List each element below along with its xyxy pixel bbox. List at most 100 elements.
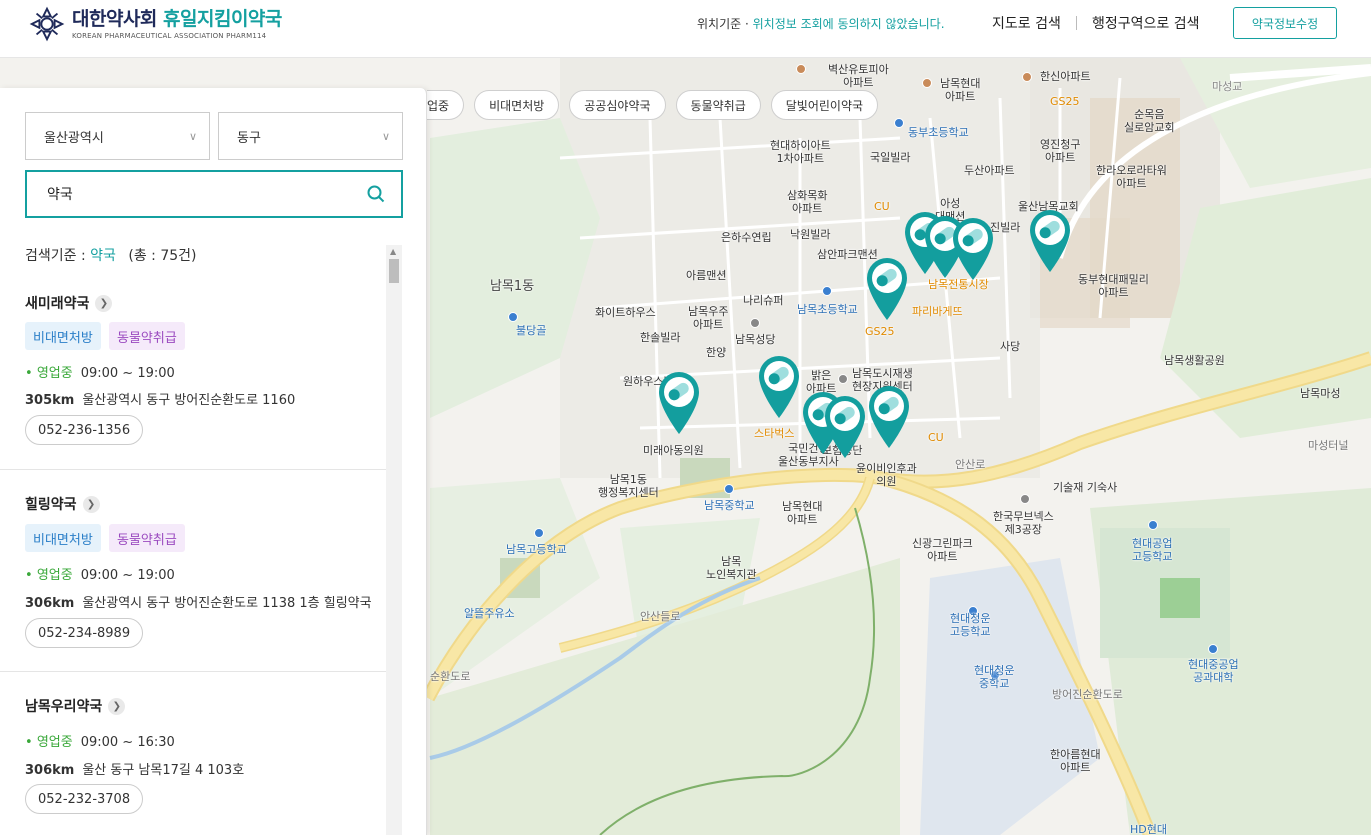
list-scrollbar[interactable]: ▲ [386,245,402,835]
business-status: • 영업중 09:00 ~ 16:30 [25,735,175,750]
business-status: • 영업중 09:00 ~ 19:00 [25,568,175,583]
location-notice: 위치기준 · 위치정보 조회에 동의하지 않았습니다. [697,15,945,32]
pharmacy-name[interactable]: 새미래약국 ❯ [25,293,113,313]
location-consent-link[interactable]: 위치정보 조회에 동의하지 않았습니다. [753,17,945,31]
map-label: CU [928,431,944,444]
map-label: 한솔빌라 [640,331,681,344]
chevron-right-icon: ❯ [108,697,126,715]
map-label: 순목음 실로암교회 [1124,108,1175,134]
search-side-panel: 울산광역시 ∨ 동구 ∨ 약국 검색기준 : 약국 (총 : 75건) 새미래약… [0,88,427,835]
map-label: 화이트하우스 [595,306,656,319]
search-icon[interactable] [367,185,385,203]
criteria-count: (총 : 75건) [128,248,197,264]
nav-map-search[interactable]: 지도로 검색 [992,13,1061,33]
address-text: 울산광역시 동구 방어진순환도로 1160 [82,393,296,408]
map-label: 국일빌라 [870,151,911,164]
poi-apartment-icon [1022,72,1032,82]
map-label: 낙원빌라 [790,228,831,241]
map-label: 현대하이아트 1차아파트 [770,139,831,165]
scrollbar-thumb[interactable] [389,259,399,283]
map-label: 삼화목화 아파트 [787,189,828,215]
map-label: 남목현대 아파트 [940,77,981,103]
tag-nonface-prescription: 비대면처방 [25,524,101,552]
site-logo[interactable]: 대한약사회 휴일지킴이약국 KOREAN PHARMACEUTICAL ASSO… [28,5,282,43]
pharmacy-pin-icon[interactable] [756,354,802,420]
city-select-value: 울산광역시 [44,130,104,146]
office-icon [838,374,848,384]
logo-subtitle: KOREAN PHARMACEUTICAL ASSOCIATION PHARM1… [72,32,267,40]
list-item[interactable]: 힐링약국 ❯ 비대면처방 동물약취급 • 영업중 09:00 ~ 19:00 30… [0,470,386,672]
district-select-value: 동구 [237,130,261,146]
map-label: GS25 [1050,95,1080,108]
office-icon [1020,494,1030,504]
pharmacy-pin-icon[interactable] [864,256,910,322]
poi-apartment-icon [796,64,806,74]
school-icon [822,286,832,296]
map-label: 한아름현대 아파트 [1050,748,1101,774]
pharmacy-pin-icon[interactable] [656,370,702,436]
pharmacy-name[interactable]: 힐링약국 ❯ [25,494,100,514]
business-status: • 영업중 09:00 ~ 19:00 [25,366,175,381]
nav-region-search[interactable]: 행정구역으로 검색 [1092,13,1200,33]
address-text: 울산광역시 동구 방어진순환도로 1138 1층 힐링약국 [82,596,372,611]
map-label: 안산로 [955,458,986,471]
criteria-label: 검색기준 : [25,248,91,264]
district-select[interactable]: 동구 ∨ [218,112,403,160]
phone-button[interactable]: 052-232-3708 [25,784,144,814]
search-criteria: 검색기준 : 약국 (총 : 75건) [25,245,196,265]
pharmacy-pin-icon[interactable] [1027,208,1073,274]
search-input[interactable]: 약국 [25,170,403,218]
phone-button[interactable]: 052-234-8989 [25,618,144,648]
school-icon [724,484,734,494]
map-label: 한국무브넥스 제3공장 [993,510,1054,536]
map-label: 은하수연립 [721,231,772,244]
map-label: 남목생활공원 [1164,354,1225,367]
tag-animal-medicine: 동물약취급 [109,322,185,350]
map-label: 현대청운 고등학교 [950,612,991,638]
pharmacy-pin-icon[interactable] [866,384,912,450]
business-hours: 09:00 ~ 19:00 [80,366,175,381]
school-icon [1148,520,1158,530]
map-label: 파리바게뜨 [912,305,963,318]
chevron-right-icon: ❯ [95,294,113,312]
pharmacy-name-text: 힐링약국 [25,497,77,513]
map-label: 알뜰주유소 [464,607,515,620]
map-label: 남목1동 [490,279,535,294]
business-hours: 09:00 ~ 16:30 [80,735,175,750]
filter-chip[interactable]: 업중 [427,90,465,120]
status-open: 영업중 [36,735,73,750]
filter-chip[interactable]: 비대면처방 [474,90,560,120]
logo-title-service: 휴일지킴이약국 [163,8,282,30]
pharmacy-pin-icon[interactable] [822,394,868,460]
pharmacy-address: 306km 울산광역시 동구 방어진순환도로 1138 1층 힐링약국 [25,592,372,611]
school-icon [534,528,544,538]
pharmacy-name[interactable]: 남목우리약국 ❯ [25,696,126,716]
poi-apartment-icon [922,78,932,88]
distance: 306km [25,596,75,611]
search-input-value: 약국 [47,187,73,203]
pharmacy-pin-icon[interactable] [950,216,996,282]
list-item[interactable]: 새미래약국 ❯ 비대면처방 동물약취급 • 영업중 09:00 ~ 19:00 3… [0,278,386,470]
chevron-right-icon: ❯ [82,495,100,513]
list-item[interactable]: 남목우리약국 ❯ • 영업중 09:00 ~ 16:30 306km 울산 동구 남… [0,672,386,835]
map-label: 한신아파트 [1040,70,1091,83]
nav-divider [1076,16,1077,30]
filter-chip[interactable]: 공공심야약국 [569,90,666,120]
edit-pharmacy-info-button[interactable]: 약국정보수정 [1233,7,1337,39]
pharmacy-address: 305km 울산광역시 동구 방어진순환도로 1160 [25,389,295,408]
map-label: 현대청운 중학교 [974,664,1015,690]
pharmacy-list: 새미래약국 ❯ 비대면처방 동물약취급 • 영업중 09:00 ~ 19:00 3… [0,278,386,835]
map-label: 기술재 기숙사 [1053,481,1118,494]
phone-button[interactable]: 052-236-1356 [25,415,144,445]
logo-emblem-icon [29,6,65,42]
park-icon [508,312,518,322]
map-label: 남목현대 아파트 [782,500,823,526]
filter-chip[interactable]: 동물약취급 [675,90,761,120]
map-label: 미래아동의원 [643,444,704,457]
city-select[interactable]: 울산광역시 ∨ [25,112,210,160]
map-label: 남목초등학교 [797,303,858,316]
status-open: 영업중 [36,568,73,583]
filter-chip[interactable]: 달빛어린이약국 [770,90,879,120]
scroll-up-arrow-icon[interactable]: ▲ [390,247,396,256]
map-label: 안산들로 [640,610,681,623]
